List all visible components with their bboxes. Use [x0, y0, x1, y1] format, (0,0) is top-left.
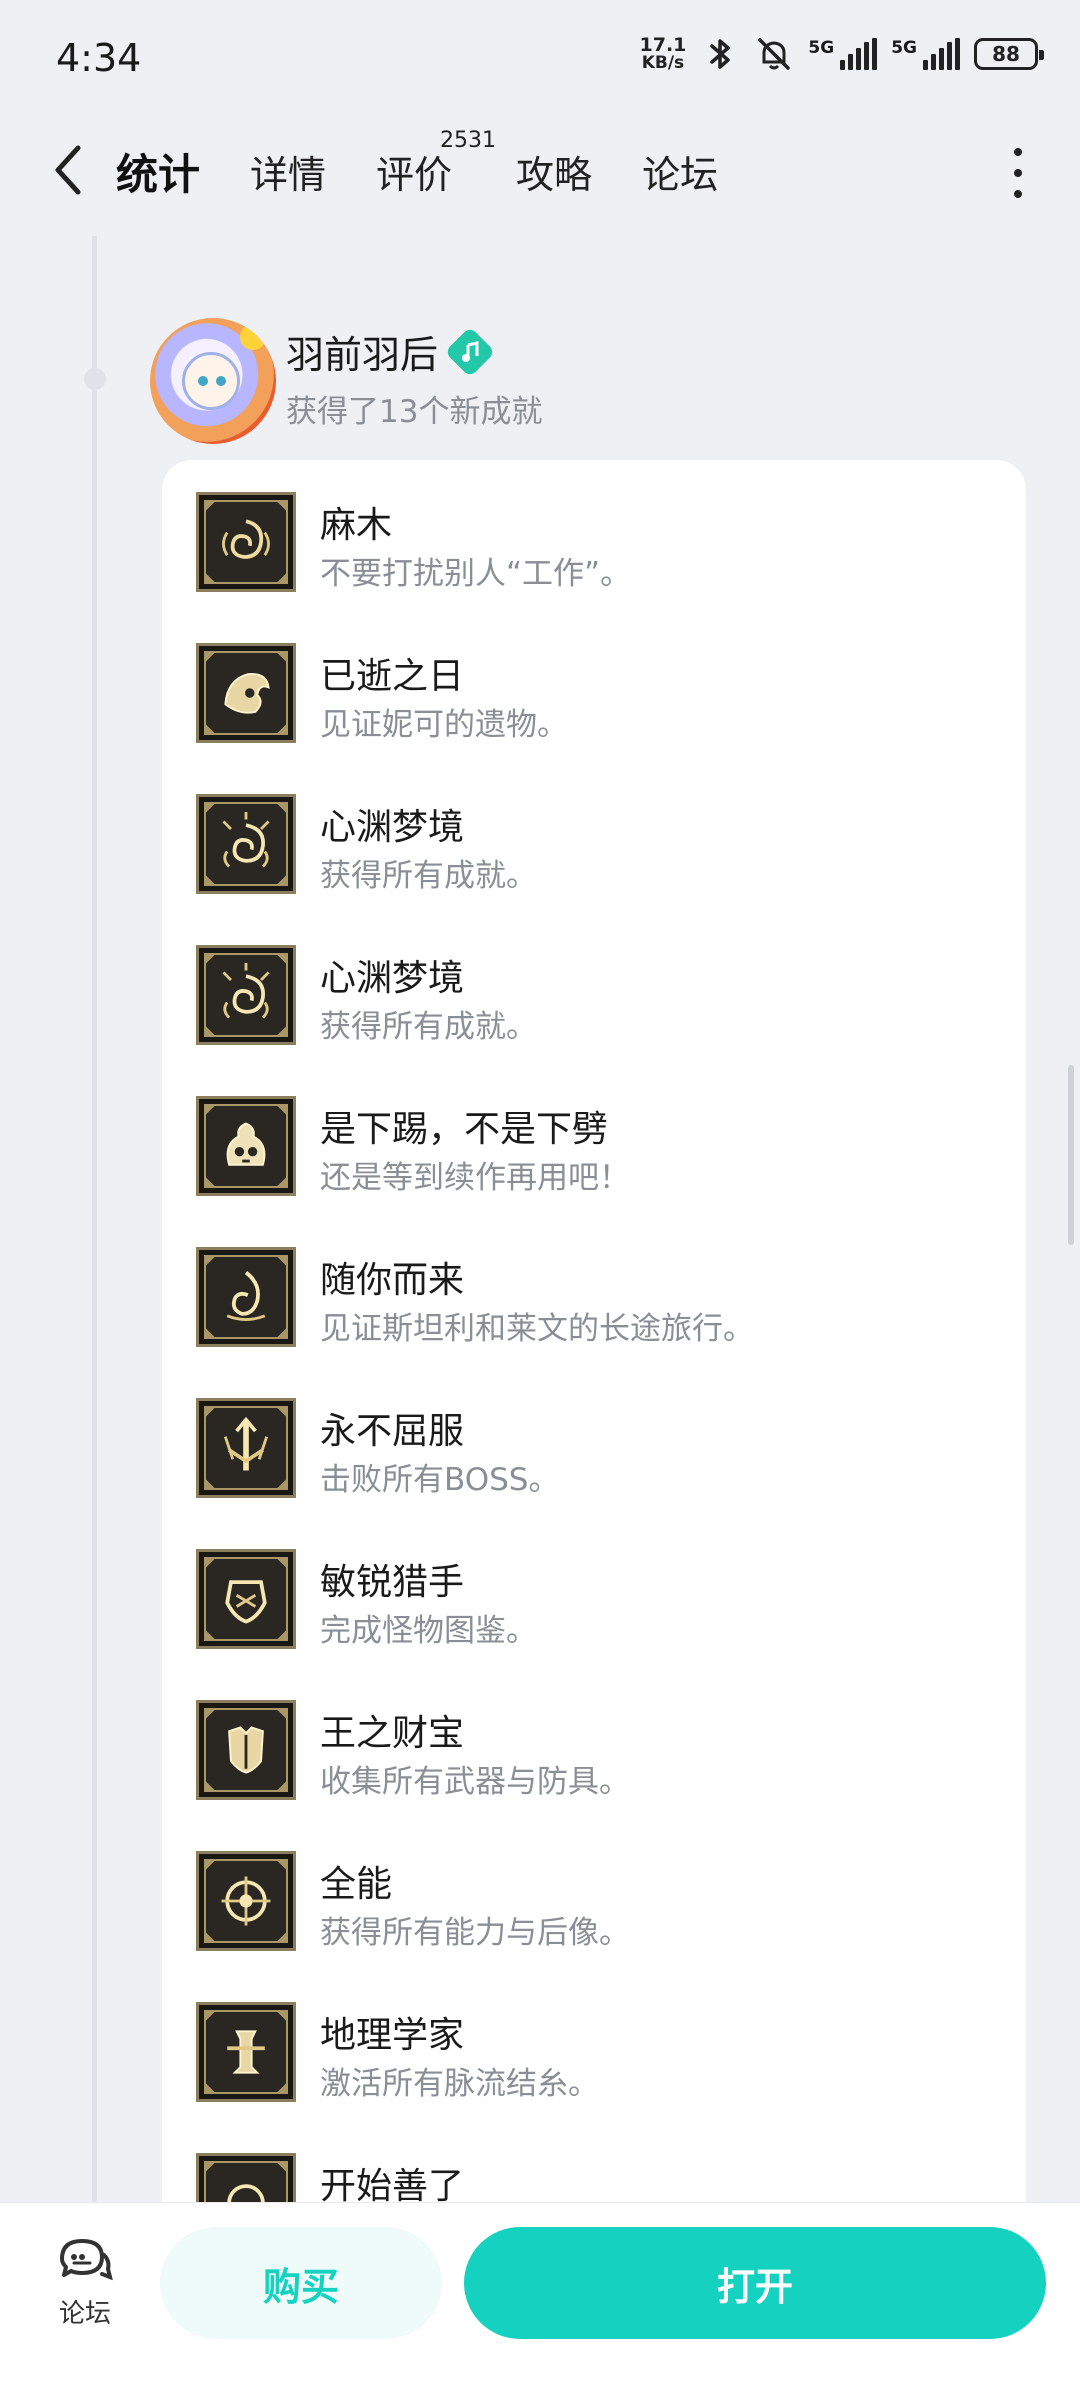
signal-2-label: 5G	[891, 38, 917, 58]
achievement-title: 全能	[320, 1864, 393, 1905]
username: 羽前羽后	[286, 333, 439, 377]
tab-reviews[interactable]: 评价 2531	[376, 128, 496, 202]
status-time: 4:34	[56, 36, 142, 80]
forum-button[interactable]: 论坛	[40, 2235, 130, 2345]
achievement-item[interactable]: 地理学家激活所有脉流结糸。	[196, 2002, 996, 2112]
armor-emblem-icon	[196, 1700, 296, 1800]
achievement-item[interactable]: 王之财宝收集所有武器与防具。	[196, 1700, 996, 1810]
achievement-item[interactable]: 敏锐猎手完成怪物图鉴。	[196, 1549, 996, 1659]
achievement-description: 见证斯坦利和莱文的长途旅行。	[320, 1311, 754, 1347]
spiral-emblem-icon	[196, 794, 296, 894]
review-count: 2531	[440, 128, 497, 153]
achievement-item[interactable]: 心渊梦境获得所有成就。	[196, 794, 996, 904]
bluetooth-icon	[710, 39, 731, 69]
network-speed: 17.1 KB/s	[640, 36, 687, 72]
chevron-left-icon	[55, 145, 81, 195]
cellular-signal-2: 5G	[891, 38, 960, 70]
pillar-emblem-icon	[196, 2002, 296, 2102]
achievement-item[interactable]: 全能获得所有能力与后像。	[196, 1851, 996, 1961]
avatar-face	[182, 352, 240, 410]
more-dot-icon	[1014, 169, 1022, 177]
relic-emblem-icon	[196, 643, 296, 743]
spiral-flame-emblem-icon	[196, 1247, 296, 1347]
signal-bars-icon	[923, 38, 960, 70]
more-options-button[interactable]	[1008, 148, 1028, 198]
achievement-description: 击败所有BOSS。	[320, 1462, 560, 1498]
achievement-item[interactable]: 永不屈服击败所有BOSS。	[196, 1398, 996, 1508]
tab-forum[interactable]: 论坛	[642, 140, 718, 202]
music-badge-icon	[444, 326, 496, 377]
achievement-title: 永不屈服	[320, 1411, 465, 1452]
status-icons: 17.1 KB/s 5G 5G 88	[640, 34, 1044, 74]
forum-chat-icon	[60, 2239, 113, 2281]
avatar-decoration	[240, 324, 266, 350]
skull-pot-emblem-icon	[196, 1096, 296, 1196]
achievement-description: 见证妮可的遗物。	[320, 707, 568, 743]
tab-bar: 统计 详情 评价 2531 攻略 论坛	[110, 128, 718, 210]
achievement-title: 是下踢，不是下劈	[320, 1109, 609, 1150]
more-dot-icon	[1014, 190, 1022, 198]
tab-details[interactable]: 详情	[250, 140, 326, 202]
achievement-item[interactable]: 麻木不要打扰别人“工作”。	[196, 492, 996, 602]
achievement-title: 随你而来	[320, 1260, 465, 1301]
more-dot-icon	[1014, 148, 1022, 156]
cellular-signal-1: 5G	[808, 38, 878, 70]
mute-bell-icon	[758, 38, 791, 70]
achievement-item[interactable]: 已逝之日见证妮可的遗物。	[196, 643, 996, 753]
achievement-title: 心渊梦境	[320, 958, 465, 999]
achievement-description: 完成怪物图鉴。	[320, 1613, 537, 1649]
avatar-eye	[198, 376, 208, 386]
timeline-dot	[84, 368, 106, 390]
achievement-title: 已逝之日	[320, 656, 465, 697]
achievement-title: 地理学家	[320, 2015, 465, 2056]
buy-button[interactable]: 购买	[160, 2227, 442, 2339]
tab-statistics-label: 统计	[116, 149, 201, 199]
achievement-description: 获得所有成就。	[320, 1009, 537, 1045]
achievement-description: 不要打扰别人“工作”。	[320, 556, 632, 592]
crest-emblem-icon	[196, 1851, 296, 1951]
tab-guides-label: 攻略	[516, 152, 593, 197]
avatar-eye	[216, 376, 226, 386]
achievement-item[interactable]: 是下踢，不是下劈还是等到续作再用吧！	[196, 1096, 996, 1206]
tab-statistics[interactable]: 统计	[110, 140, 207, 210]
network-speed-unit: KB/s	[641, 53, 685, 73]
user-avatar[interactable]	[150, 318, 276, 444]
open-button[interactable]: 打开	[464, 2227, 1046, 2339]
sword-emblem-icon	[196, 1398, 296, 1498]
forum-label: 论坛	[58, 2299, 111, 2329]
signal-bars-icon	[840, 38, 878, 70]
spiral-emblem-icon	[196, 945, 296, 1045]
top-navigation: 统计 详情 评价 2531 攻略 论坛	[0, 118, 1080, 228]
timeline-line	[92, 236, 97, 2236]
app-screen: 4:34 17.1 KB/s 5G 5G 88 统计 详情 评价 2531 攻略…	[0, 0, 1080, 2400]
achievement-title: 麻木	[320, 505, 393, 546]
achievement-description: 收集所有武器与防具。	[320, 1764, 630, 1800]
battery-icon: 88	[974, 38, 1044, 70]
tab-details-label: 详情	[250, 152, 327, 197]
achievement-item[interactable]: 心渊梦境获得所有成就。	[196, 945, 996, 1055]
status-bar: 4:34 17.1 KB/s 5G 5G 88	[0, 0, 1080, 118]
bottom-action-bar: 论坛 购买 打开	[0, 2202, 1080, 2400]
achievement-description: 获得所有能力与后像。	[320, 1915, 630, 1951]
tab-guides[interactable]: 攻略	[516, 140, 592, 202]
achievement-summary: 获得了13个新成就	[286, 394, 543, 430]
signal-1-label: 5G	[808, 38, 835, 58]
tab-forum-label: 论坛	[642, 152, 719, 197]
achievement-item[interactable]: 随你而来见证斯坦利和莱文的长途旅行。	[196, 1247, 996, 1357]
user-name-row[interactable]: 羽前羽后	[286, 324, 496, 379]
achievements-card: 麻木 不要打扰别人“工作”。 已逝之日 见证妮可的遗物。 心渊梦境 获得所有成就。 心渊梦境…	[162, 460, 1026, 2260]
scrollbar[interactable]	[1068, 1065, 1074, 1245]
achievement-description: 激活所有脉流结糸。	[320, 2066, 599, 2102]
swirl-emblem-icon	[196, 492, 296, 592]
achievement-title: 王之财宝	[320, 1713, 465, 1754]
shield-emblem-icon	[196, 1549, 296, 1649]
achievement-description: 还是等到续作再用吧！	[320, 1160, 630, 1196]
achievement-title: 敏锐猎手	[320, 1562, 465, 1603]
achievement-title: 心渊梦境	[320, 807, 465, 848]
achievement-description: 获得所有成就。	[320, 858, 537, 894]
battery-level: 88	[992, 42, 1020, 66]
back-button[interactable]	[44, 140, 92, 200]
